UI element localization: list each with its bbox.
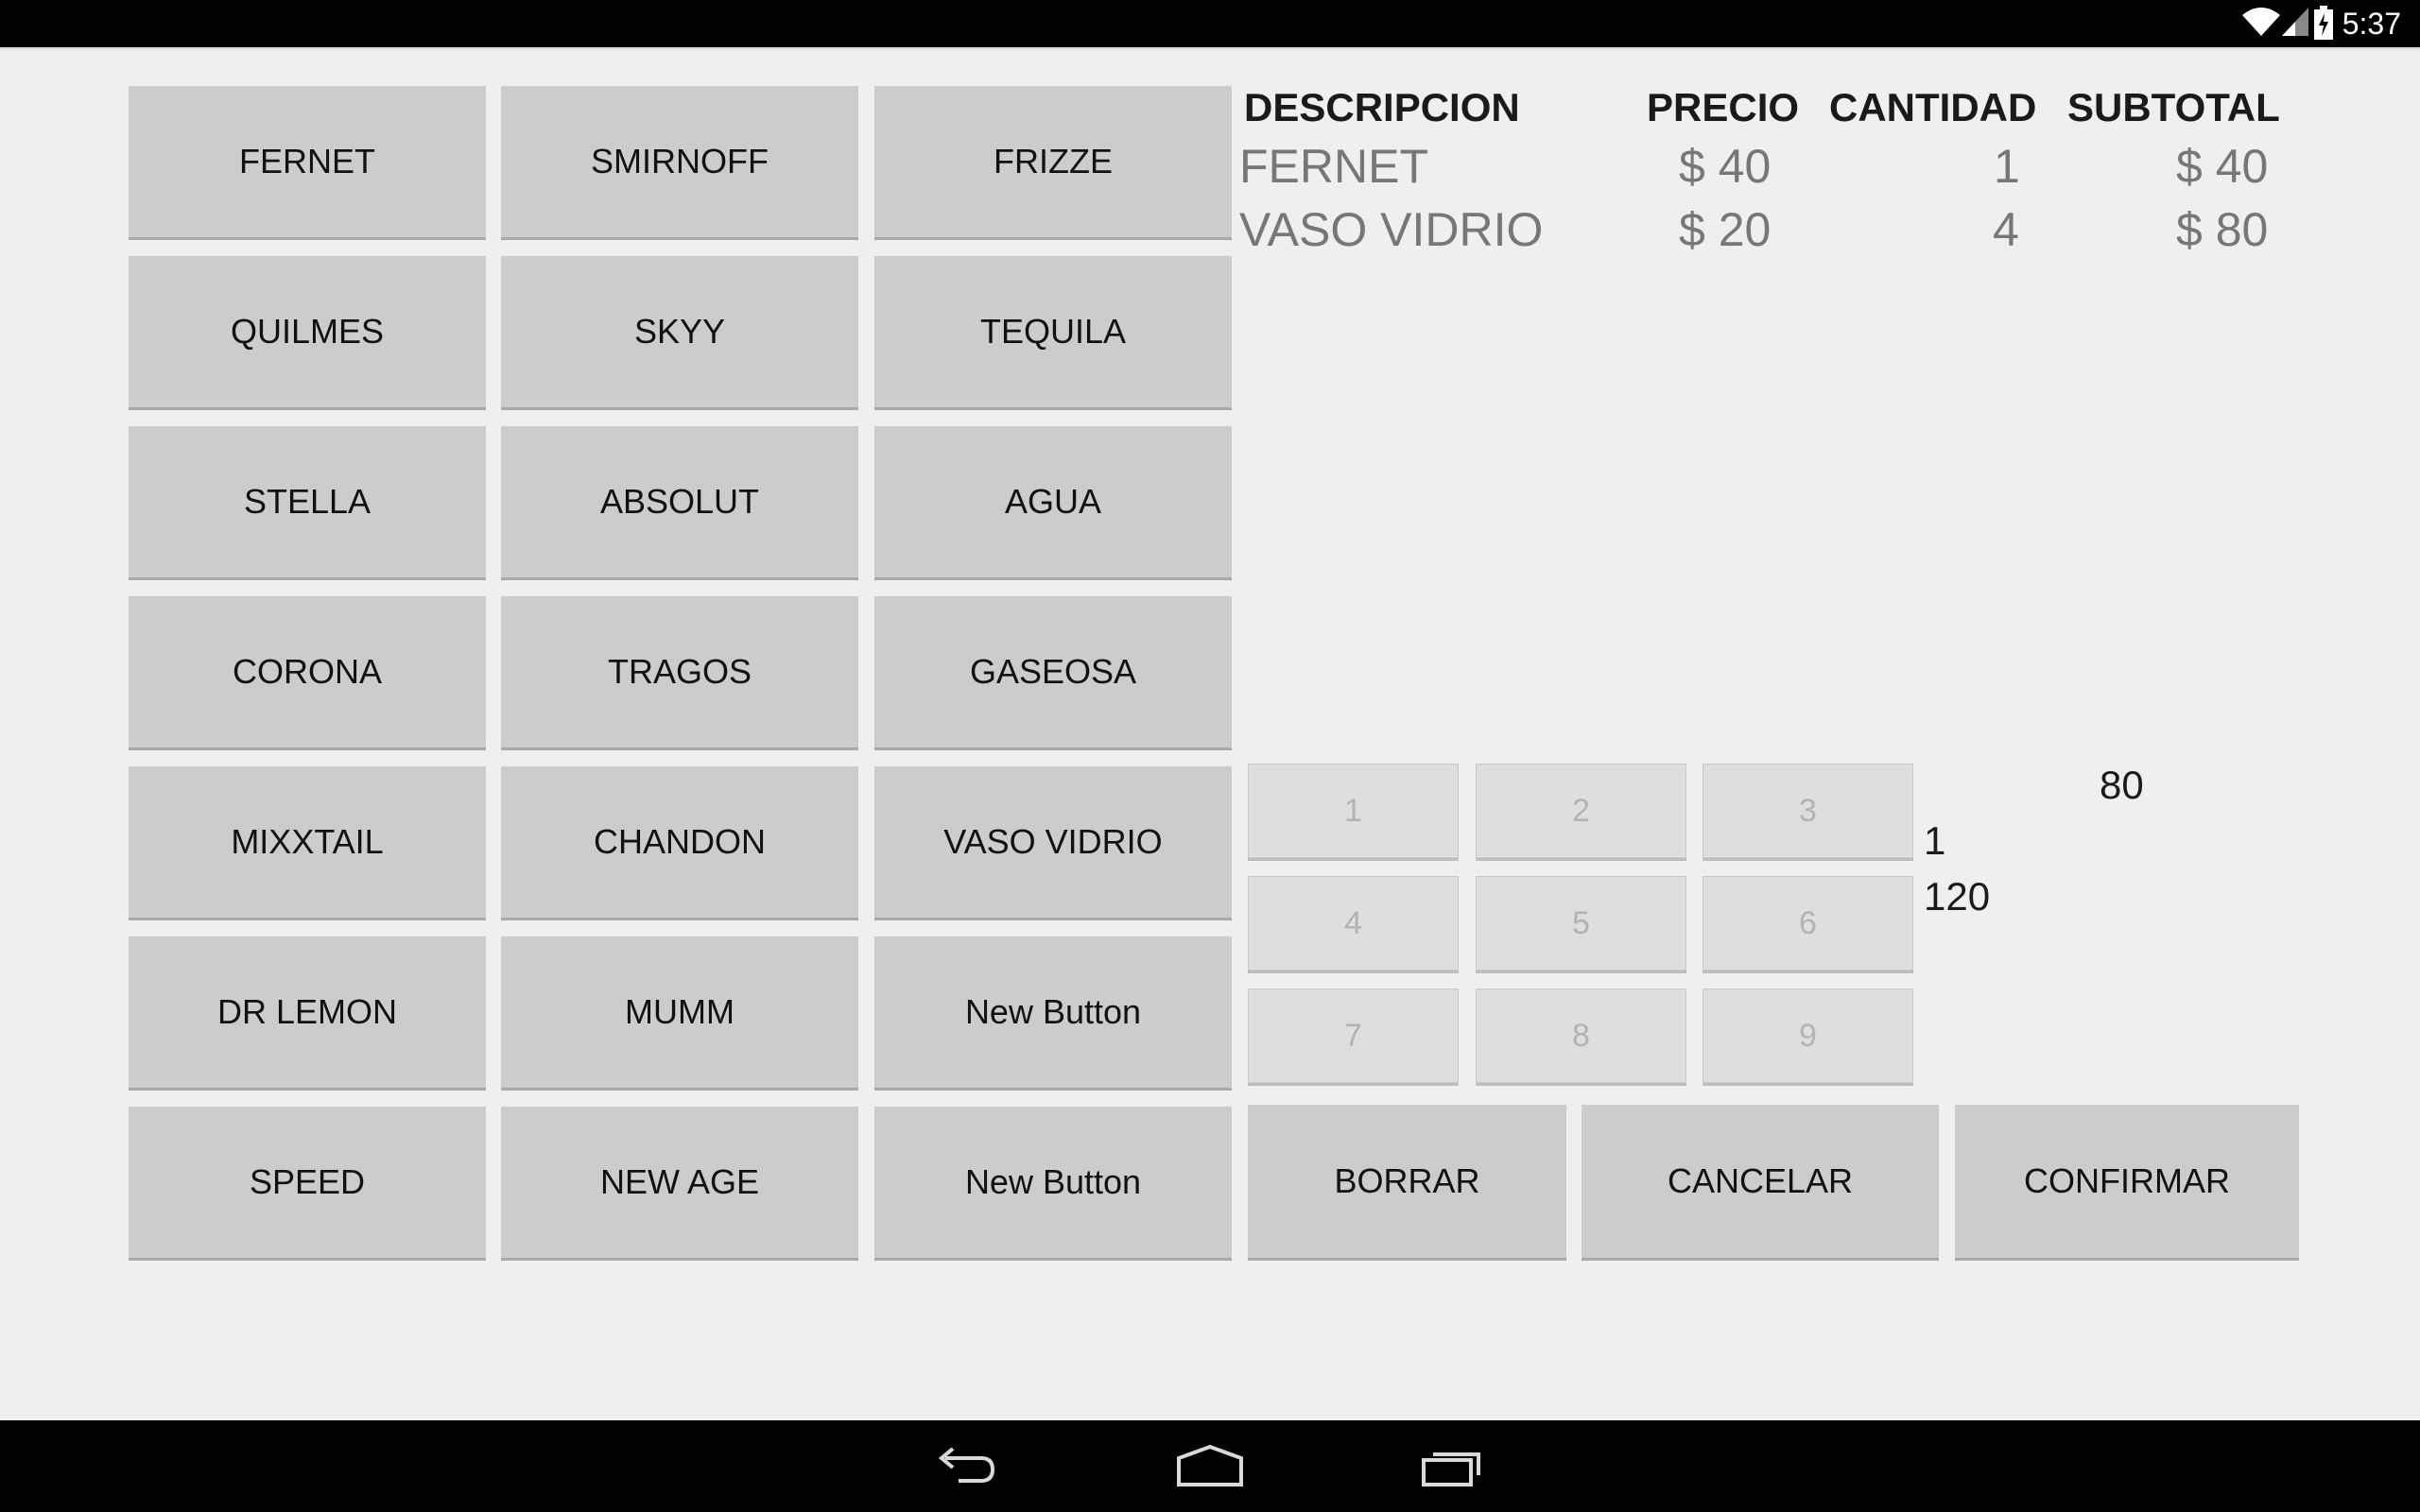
- product-button-agua[interactable]: AGUA: [874, 426, 1232, 577]
- row-quantity: 4: [1993, 203, 2019, 256]
- row-subtotal: $ 80: [2176, 203, 2269, 256]
- product-button-vaso-vidrio[interactable]: VASO VIDRIO: [874, 766, 1232, 918]
- home-icon[interactable]: [1175, 1437, 1245, 1499]
- borrar-button[interactable]: BORRAR: [1248, 1105, 1566, 1258]
- keypad-key-4[interactable]: 4: [1248, 876, 1459, 971]
- total-value: 120: [1924, 874, 1991, 919]
- product-button-mumm[interactable]: MUMM: [501, 936, 858, 1088]
- row-description: FERNET: [1239, 140, 1428, 193]
- product-button-speed[interactable]: SPEED: [129, 1107, 486, 1258]
- product-button-smirnoff[interactable]: SMIRNOFF: [501, 86, 858, 237]
- product-button-tragos[interactable]: TRAGOS: [501, 596, 858, 747]
- wifi-icon: [2242, 6, 2280, 43]
- side-value-top: 80: [2100, 763, 2144, 807]
- product-button-dr-lemon[interactable]: DR LEMON: [129, 936, 486, 1088]
- keypad-key-3[interactable]: 3: [1703, 764, 1913, 858]
- row-description: VASO VIDRIO: [1239, 203, 1544, 256]
- recents-icon[interactable]: [1420, 1437, 1486, 1499]
- product-button-tequila[interactable]: TEQUILA: [874, 256, 1232, 407]
- keypad-key-7[interactable]: 7: [1248, 988, 1459, 1083]
- status-bar-shadow: [0, 47, 2420, 51]
- product-button-new-age[interactable]: NEW AGE: [501, 1107, 858, 1258]
- status-clock: 5:37: [2342, 7, 2401, 41]
- product-button-new-button-1[interactable]: New Button: [874, 936, 1232, 1088]
- product-button-skyy[interactable]: SKYY: [501, 256, 858, 407]
- keypad-key-8[interactable]: 8: [1476, 988, 1686, 1083]
- header-precio: PRECIO: [1647, 85, 1800, 129]
- row-price: $ 40: [1679, 140, 1772, 193]
- back-icon[interactable]: [932, 1437, 998, 1499]
- product-button-frizze[interactable]: FRIZZE: [874, 86, 1232, 237]
- keypad-key-2[interactable]: 2: [1476, 764, 1686, 858]
- product-button-chandon[interactable]: CHANDON: [501, 766, 858, 918]
- header-cantidad: CANTIDAD: [1829, 85, 2037, 129]
- cancelar-button[interactable]: CANCELAR: [1582, 1105, 1939, 1258]
- status-bar: 5:37: [0, 0, 2420, 47]
- row-price: $ 20: [1679, 203, 1772, 256]
- navigation-bar: [0, 1420, 2420, 1512]
- product-button-gaseosa[interactable]: GASEOSA: [874, 596, 1232, 747]
- product-button-fernet[interactable]: FERNET: [129, 86, 486, 237]
- keypad-key-6[interactable]: 6: [1703, 876, 1913, 971]
- quantity-value: 1: [1924, 818, 1946, 863]
- product-button-quilmes[interactable]: QUILMES: [129, 256, 486, 407]
- row-subtotal: $ 40: [2176, 140, 2269, 193]
- keypad-key-1[interactable]: 1: [1248, 764, 1459, 858]
- keypad-key-5[interactable]: 5: [1476, 876, 1686, 971]
- row-quantity: 1: [1994, 140, 2020, 193]
- signal-icon: [2282, 8, 2308, 41]
- product-button-stella[interactable]: STELLA: [129, 426, 486, 577]
- keypad-key-9[interactable]: 9: [1703, 988, 1913, 1083]
- header-subtotal: SUBTOTAL: [2067, 85, 2280, 129]
- product-button-corona[interactable]: CORONA: [129, 596, 486, 747]
- product-button-new-button-2[interactable]: New Button: [874, 1107, 1232, 1258]
- header-descripcion: DESCRIPCION: [1244, 85, 1520, 129]
- battery-charging-icon: [2314, 6, 2333, 44]
- product-button-mixxtail[interactable]: MIXXTAIL: [129, 766, 486, 918]
- product-button-absolut[interactable]: ABSOLUT: [501, 426, 858, 577]
- confirmar-button[interactable]: CONFIRMAR: [1955, 1105, 2299, 1258]
